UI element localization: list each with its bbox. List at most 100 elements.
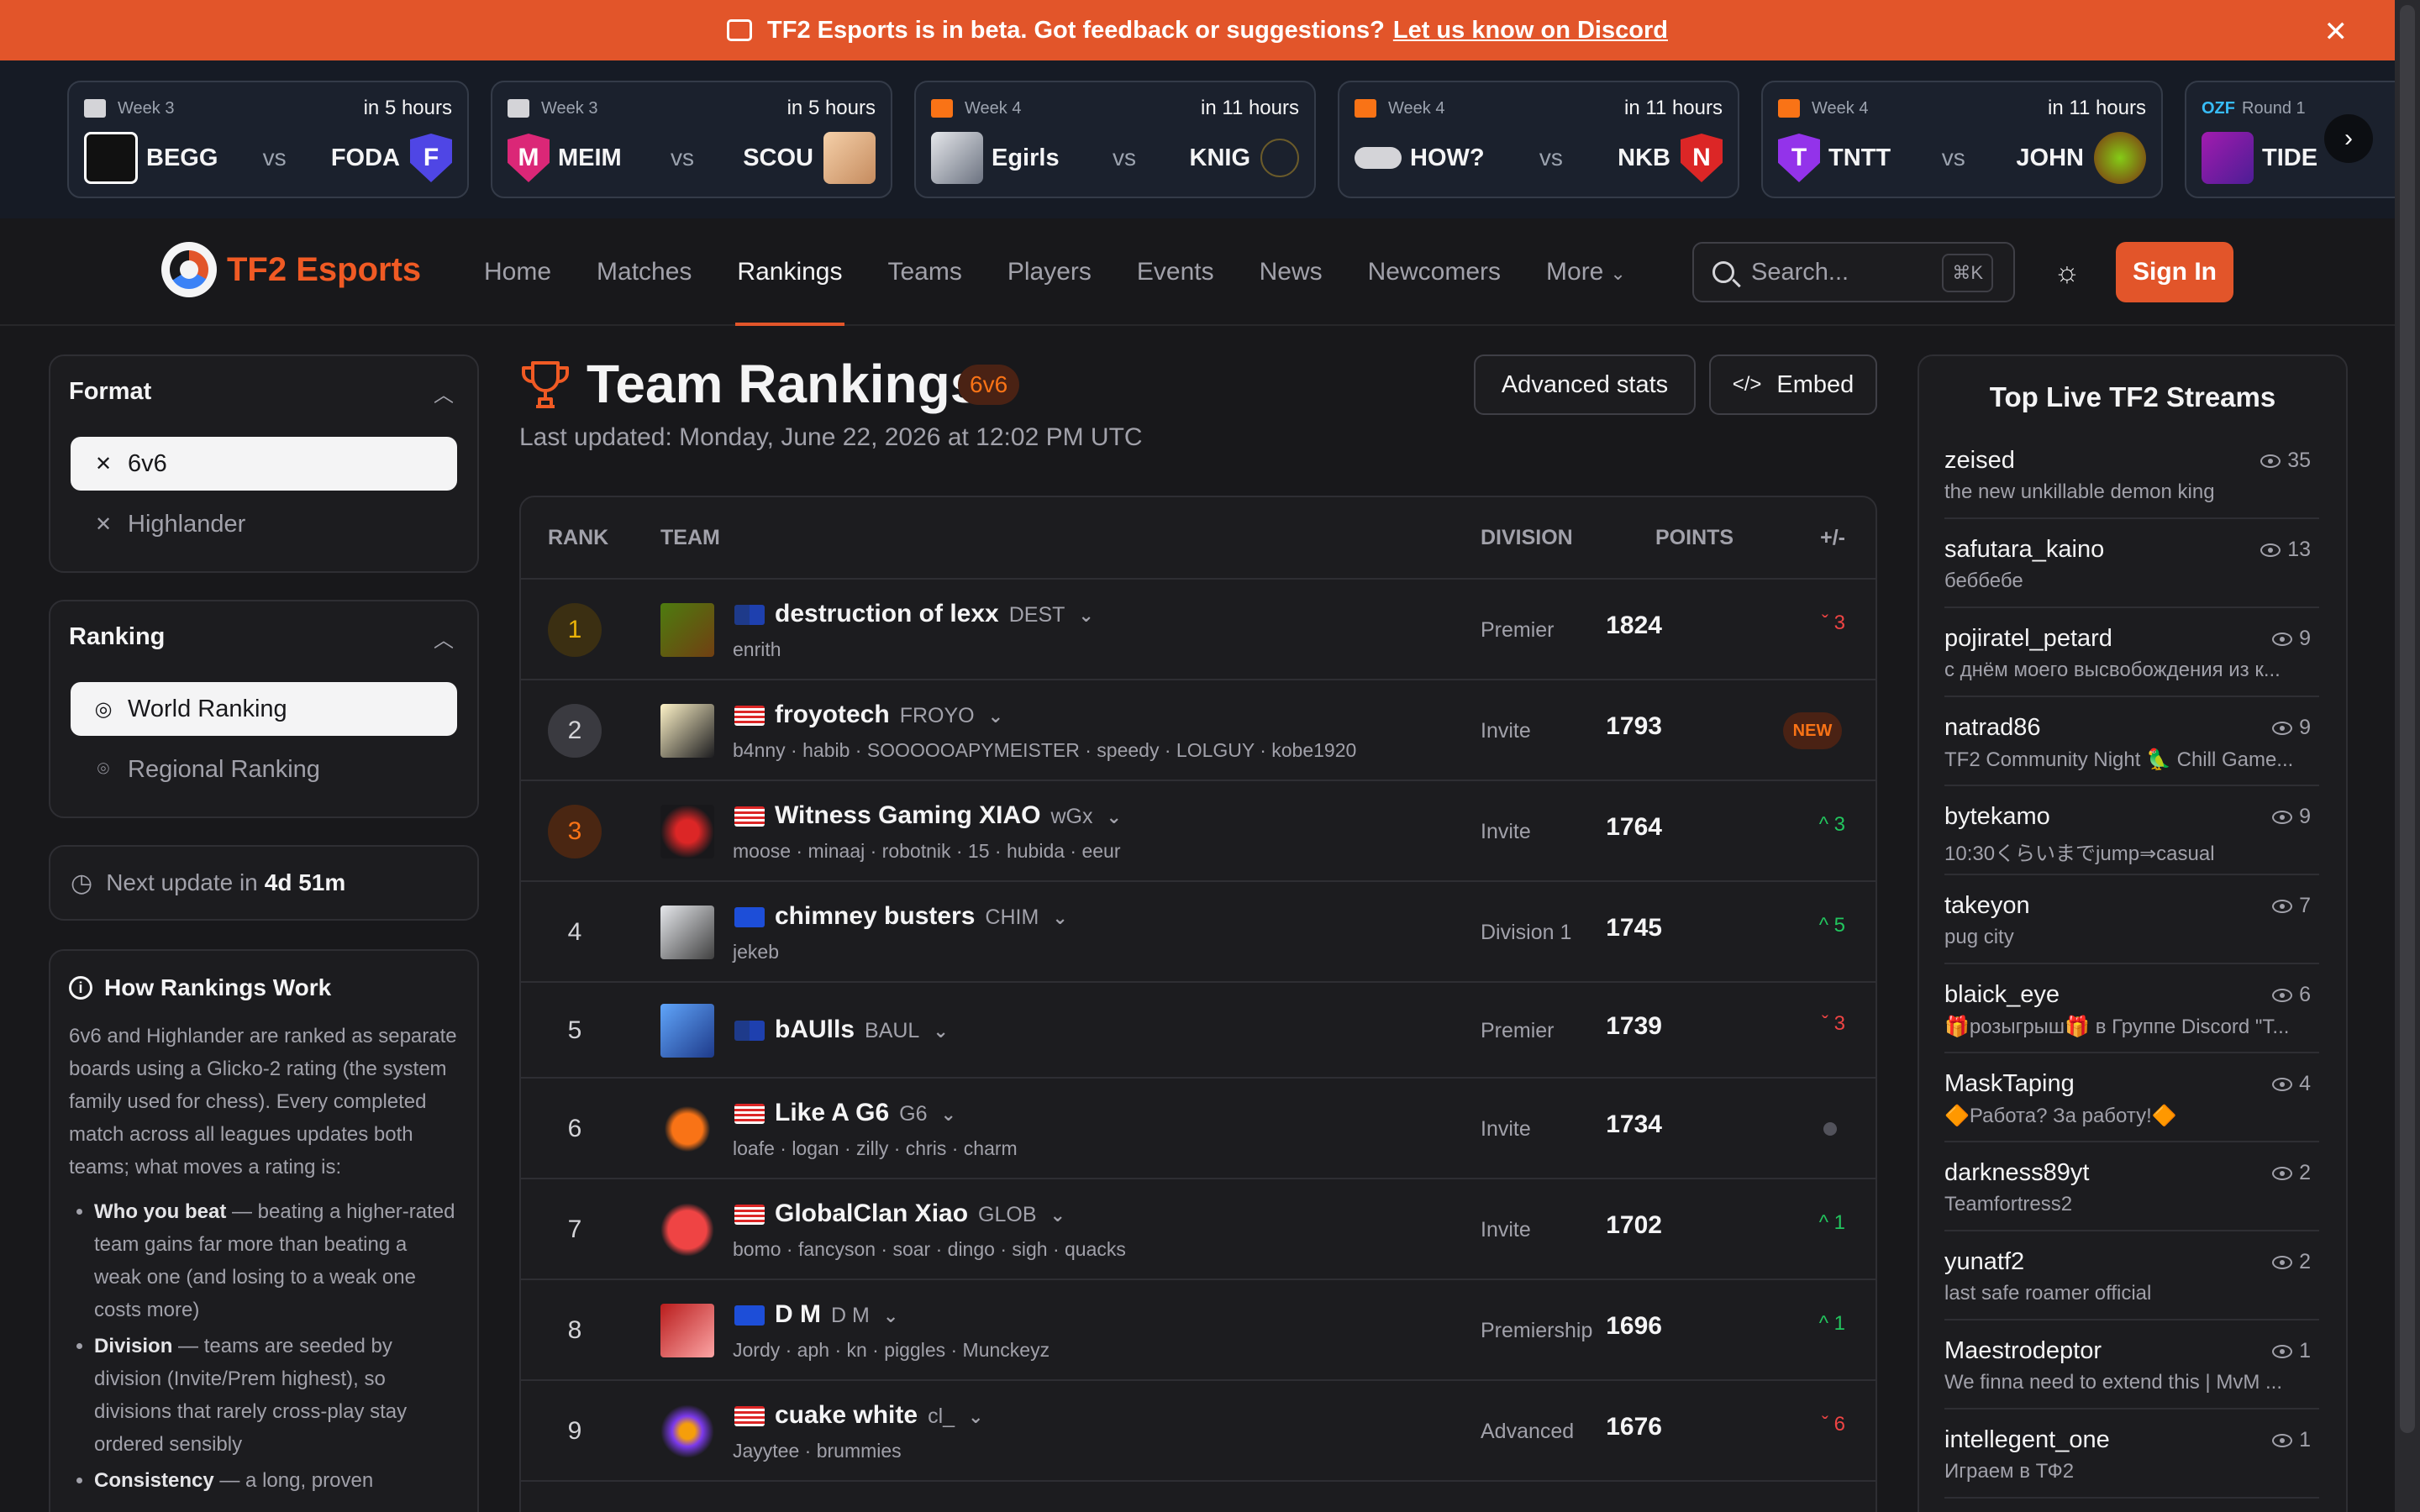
table-row[interactable]: 8 D M D M ⌄ Jordy · aph · kn · piggles · M…: [521, 1280, 1876, 1381]
team-name-text: GlobalClan Xiao: [775, 1200, 969, 1227]
scrollbar-thumb[interactable]: [2400, 5, 2415, 1433]
nav-more[interactable]: More ⌄: [1546, 218, 1626, 326]
team-players: bomo · fancyson · soar · dingo · sigh · …: [733, 1238, 1126, 1260]
rank-change-value: 3: [1833, 813, 1845, 836]
stream-item[interactable]: yunatf2 2 last safe roamer official: [1944, 1231, 2319, 1320]
col-rank[interactable]: RANK: [548, 526, 608, 550]
stream-item[interactable]: zeised 35 the new unkillable demon king: [1944, 430, 2319, 519]
stream-viewers: 2: [2272, 1161, 2311, 1185]
stream-item[interactable]: blaick_eye 6 🎁розыгрыш🎁 в Группе Discord…: [1944, 964, 2319, 1053]
nav-newcomers[interactable]: Newcomers: [1368, 218, 1501, 326]
rank-change: ˇ 6: [1822, 1413, 1845, 1436]
table-row[interactable]: 4 chimney busters CHIM ⌄ jekeb Division 1 …: [521, 882, 1876, 983]
match-card[interactable]: Week 4 in 11 hours HOW? vs NKB N: [1338, 81, 1739, 198]
team-name[interactable]: bAUlls BAUL ⌄: [775, 1016, 949, 1044]
col-points[interactable]: POINTS: [1655, 526, 1733, 550]
rank-badge: 9: [567, 1417, 582, 1445]
page-scrollbar[interactable]: [2395, 0, 2420, 1512]
theme-toggle-sun-icon[interactable]: ☼: [2050, 255, 2084, 289]
embed-button[interactable]: </> Embed: [1709, 354, 1877, 415]
table-row[interactable]: 5 bAUlls BAUL ⌄ Premier 1739 ˇ 3: [521, 983, 1876, 1079]
stream-item[interactable]: bytekamo 9 10:30くらいまでjump⇒casual: [1944, 786, 2319, 875]
stream-title: с днём моего высвобождения из к...: [1944, 659, 2281, 681]
chevron-up-icon[interactable]: ︿: [434, 623, 454, 653]
team-players: enrith: [733, 638, 781, 660]
match-card[interactable]: Week 3 in 5 hours M MEIM vs SCOU: [491, 81, 892, 198]
nav-teams[interactable]: Teams: [888, 218, 962, 326]
nav-matches[interactable]: Matches: [597, 218, 692, 326]
nav-home[interactable]: Home: [484, 218, 551, 326]
stream-item[interactable]: safutara_kaino 13 беббебе: [1944, 519, 2319, 608]
discord-link[interactable]: Let us know on Discord: [1393, 17, 1668, 45]
stream-item[interactable]: MaskTaping 4 🔶Работа? За работу!🔶: [1944, 1053, 2319, 1142]
stream-item[interactable]: Maestrodeptor 1 We finna need to extend …: [1944, 1320, 2319, 1410]
close-icon[interactable]: ✕: [2324, 15, 2349, 49]
team-players: b4nny · habib · SOOOOOAPYMEISTER · speed…: [733, 739, 1357, 761]
team-name[interactable]: Witness Gaming XIAO wGx ⌄: [775, 801, 1122, 830]
stream-item[interactable]: takeyon 7 pug city: [1944, 875, 2319, 964]
logo-text: TF2 Esports: [227, 250, 422, 288]
nav-events[interactable]: Events: [1137, 218, 1214, 326]
table-row[interactable]: 2 froyotech FROYO ⌄ b4nny · habib · SOOOOO…: [521, 680, 1876, 781]
table-row[interactable]: 6 Like A G6 G6 ⌄ loafe · logan · zilly · c…: [521, 1079, 1876, 1179]
chevron-down-icon[interactable]: ⌄: [968, 1406, 983, 1427]
stream-item[interactable]: intellegent_one 1 Играем в ТФ2: [1944, 1410, 2319, 1499]
team-name-text: bAUlls: [775, 1016, 855, 1043]
match-card[interactable]: Week 4 in 11 hours Egirls vs KNIG: [914, 81, 1316, 198]
stream-viewers: 2: [2272, 1250, 2311, 1274]
nav-players[interactable]: Players: [1007, 218, 1092, 326]
stream-item[interactable]: pojiratel_petard 9 с днём моего высвобож…: [1944, 608, 2319, 697]
world-ranking-option[interactable]: ◎ World Ranking: [71, 682, 457, 736]
nav-rankings[interactable]: Rankings: [735, 218, 844, 326]
team-name[interactable]: chimney busters CHIM ⌄: [775, 902, 1068, 931]
table-row[interactable]: 3 Witness Gaming XIAO wGx ⌄ moose · minaaj…: [521, 781, 1876, 882]
new-badge: NEW: [1783, 712, 1842, 749]
eye-icon: [2272, 1433, 2293, 1447]
team-name[interactable]: Like A G6 G6 ⌄: [775, 1099, 956, 1127]
chevron-up-icon[interactable]: ︿: [434, 378, 454, 407]
team-name[interactable]: destruction of lexx DEST ⌄: [775, 600, 1094, 628]
chevron-down-icon[interactable]: ⌄: [1078, 605, 1093, 626]
stream-name: darkness89yt: [1944, 1159, 2090, 1186]
format-highlander[interactable]: ✕ Highlander: [71, 497, 457, 551]
site-logo[interactable]: TF2 Esports: [161, 242, 421, 297]
col-team[interactable]: TEAM: [660, 526, 720, 550]
team-name[interactable]: cuake white cl_ ⌄: [775, 1401, 983, 1430]
viewer-count: 9: [2299, 627, 2311, 650]
chevron-down-icon[interactable]: ⌄: [1052, 907, 1067, 928]
stream-item[interactable]: natrad86 9 TF2 Community Night 🦜 Chill G…: [1944, 697, 2319, 786]
table-row[interactable]: 7 GlobalClan Xiao GLOB ⌄ bomo · fancyson ·…: [521, 1179, 1876, 1280]
stream-item[interactable]: darkness89yt 2 Teamfortress2: [1944, 1142, 2319, 1231]
chevron-down-icon[interactable]: ⌄: [941, 1104, 956, 1125]
chevron-down-icon[interactable]: ⌄: [988, 706, 1003, 727]
nav-news[interactable]: News: [1260, 218, 1323, 326]
search-placeholder: Search...: [1751, 258, 1849, 286]
team-points: 1824: [1606, 612, 1662, 639]
table-row[interactable]: 1 destruction of lexx DEST ⌄ enrith Premie…: [521, 580, 1876, 680]
col-division[interactable]: DIVISION: [1481, 526, 1573, 550]
regional-ranking-option[interactable]: ⌾ Regional Ranking: [71, 743, 457, 796]
chevron-down-icon[interactable]: ⌄: [1050, 1205, 1065, 1226]
arrow-up-icon: ^: [1818, 914, 1828, 937]
chevron-down-icon[interactable]: ⌄: [883, 1305, 898, 1326]
table-row[interactable]: 9 cuake white cl_ ⌄ Jayytee · brummies Adv…: [521, 1381, 1876, 1482]
search-input[interactable]: Search... ⌘K: [1692, 242, 2015, 302]
stream-name: MaskTaping: [1944, 1070, 2075, 1097]
viewer-count: 4: [2299, 1072, 2311, 1095]
col-change[interactable]: +/-: [1820, 526, 1845, 550]
chevron-down-icon[interactable]: ⌄: [933, 1021, 948, 1042]
format-6v6[interactable]: ✕ 6v6: [71, 437, 457, 491]
sign-in-button[interactable]: Sign In: [2116, 242, 2233, 302]
chevron-right-icon[interactable]: ›: [2324, 114, 2373, 163]
match-card[interactable]: Week 3 in 5 hours BEGG vs FODA F: [67, 81, 469, 198]
rank-badge: 2: [548, 704, 602, 758]
team-name[interactable]: GlobalClan Xiao GLOB ⌄: [775, 1200, 1065, 1228]
team-name[interactable]: D M D M ⌄: [775, 1300, 898, 1329]
how-item: Consistency — a long, proven: [94, 1464, 459, 1497]
stream-viewers: 13: [2260, 538, 2311, 562]
advanced-stats-button[interactable]: Advanced stats: [1474, 354, 1696, 415]
chevron-down-icon[interactable]: ⌄: [1106, 806, 1121, 827]
team-division: Premier: [1481, 1019, 1555, 1042]
match-card[interactable]: Week 4 in 11 hours T TNTT vs JOHN: [1761, 81, 2163, 198]
team-name[interactable]: froyotech FROYO ⌄: [775, 701, 1003, 729]
